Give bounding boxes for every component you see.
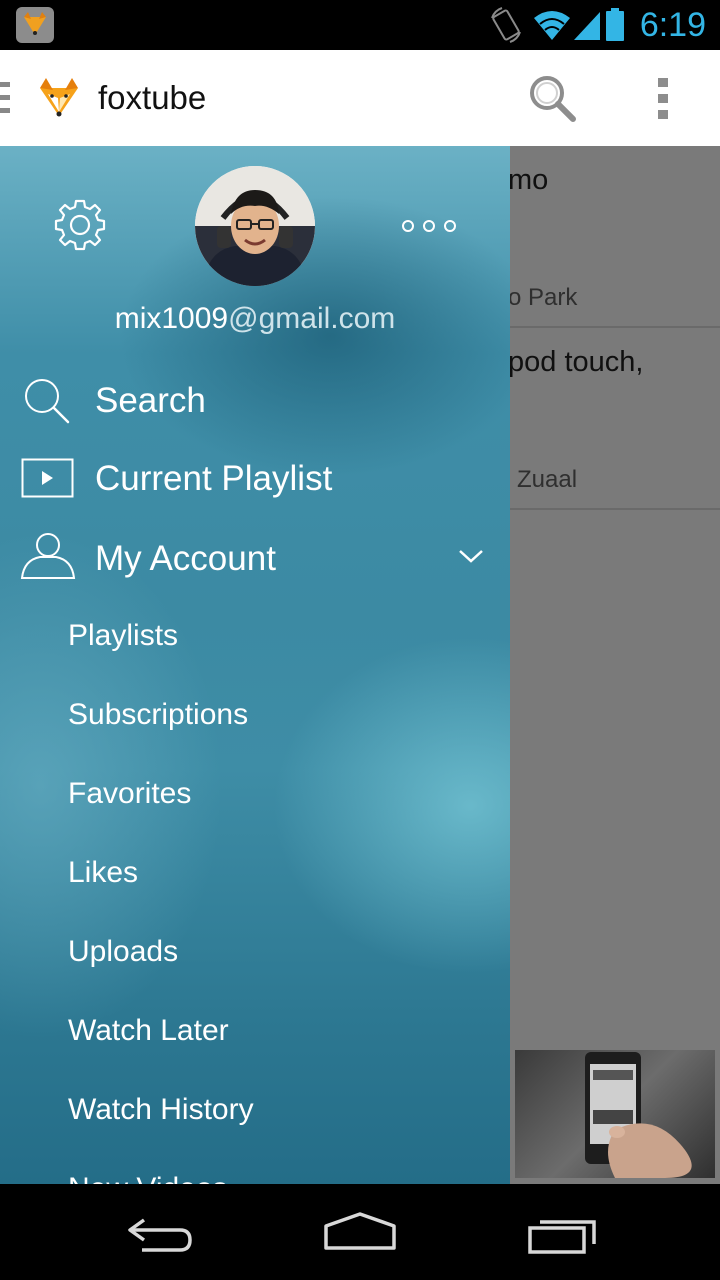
- list-item-title: mo: [508, 164, 549, 196]
- home-icon[interactable]: [320, 1210, 400, 1254]
- more-dots-icon[interactable]: [400, 218, 458, 234]
- fox-logo-icon[interactable]: [34, 74, 84, 122]
- drawer-item-label: Search: [95, 381, 206, 420]
- battery-icon: [606, 8, 624, 41]
- account-item-likes[interactable]: Likes: [68, 853, 138, 893]
- drawer-item-my-account[interactable]: My Account: [0, 526, 510, 592]
- email-domain: @gmail.com: [228, 302, 396, 335]
- settings-gear-icon[interactable]: [52, 197, 108, 253]
- account-item-new-videos[interactable]: New Videos: [68, 1169, 228, 1184]
- clock: 6:19: [639, 6, 706, 44]
- system-navigation-bar: [0, 1184, 720, 1280]
- account-item-watch-later[interactable]: Watch Later: [68, 1011, 229, 1051]
- account-email: mix1009@gmail.com: [0, 300, 510, 338]
- action-bar: foxtube: [0, 50, 720, 146]
- account-item-uploads[interactable]: Uploads: [68, 932, 178, 972]
- list-divider: [510, 508, 720, 510]
- playlist-play-icon: [21, 458, 75, 498]
- overflow-menu-icon[interactable]: [656, 78, 670, 120]
- status-bar: 6:19: [0, 0, 720, 50]
- avatar[interactable]: [195, 166, 315, 286]
- drawer-item-label: My Account: [95, 539, 276, 578]
- account-item-watch-history[interactable]: Watch History: [68, 1090, 254, 1130]
- list-item-title: pod touch,: [508, 346, 644, 378]
- search-icon: [22, 376, 72, 426]
- account-item-playlists[interactable]: Playlists: [68, 616, 178, 656]
- search-icon[interactable]: [526, 72, 578, 124]
- list-item-subtitle: o Park: [508, 284, 578, 311]
- drawer-toggle-icon[interactable]: [0, 82, 12, 116]
- fox-app-icon: [16, 7, 54, 43]
- drawer-item-current-playlist[interactable]: Current Playlist: [0, 448, 510, 514]
- rotate-icon: [491, 7, 521, 43]
- drawer-item-label: Current Playlist: [95, 459, 333, 498]
- email-user: mix1009: [114, 302, 229, 335]
- list-item-subtitle: Zuaal: [517, 466, 578, 493]
- app-title: foxtube: [98, 79, 207, 116]
- person-icon: [20, 530, 76, 580]
- account-item-subscriptions[interactable]: Subscriptions: [68, 695, 248, 735]
- signal-icon: [574, 12, 600, 40]
- wifi-icon: [534, 11, 570, 40]
- list-divider: [510, 326, 720, 328]
- navigation-drawer[interactable]: mix1009@gmail.com Search Current Playlis…: [0, 146, 510, 1184]
- chevron-down-icon[interactable]: [458, 548, 484, 564]
- account-item-favorites[interactable]: Favorites: [68, 774, 191, 814]
- video-thumbnail: [515, 1050, 715, 1178]
- drawer-item-search[interactable]: Search: [0, 368, 510, 434]
- back-icon[interactable]: [118, 1212, 198, 1256]
- recent-apps-icon[interactable]: [524, 1212, 604, 1256]
